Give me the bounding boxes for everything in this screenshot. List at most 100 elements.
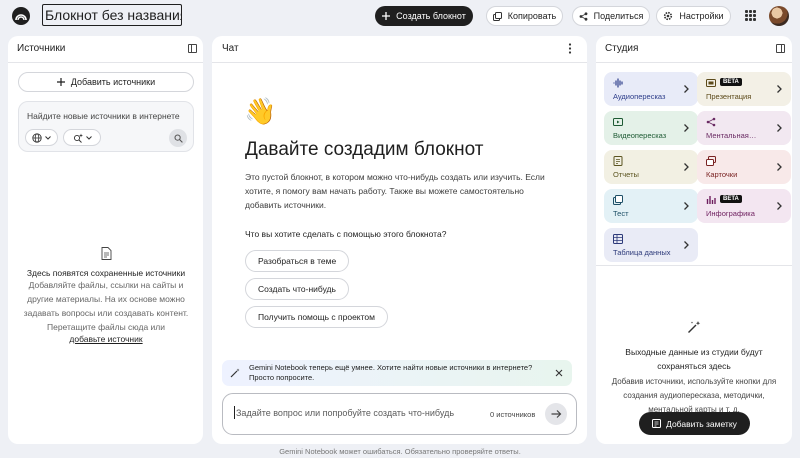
search-icon — [174, 134, 183, 143]
studio-tile[interactable]: Карточки — [697, 150, 791, 184]
sources-empty-line: Добавляйте файлы, ссылки на сайты и — [28, 280, 184, 290]
studio-tile-label: Инфографика — [706, 209, 755, 218]
studio-tile[interactable]: Таблица данных — [604, 228, 698, 262]
suggestion-chip[interactable]: Разобраться в теме — [245, 250, 350, 272]
footer-disclaimer: Gemini Notebook может ошибаться. Обязате… — [279, 447, 521, 456]
chevron-right-icon — [777, 85, 782, 93]
suggestion-chip[interactable]: Создать что-нибудь — [245, 278, 349, 300]
beta-badge: BETA — [720, 78, 742, 86]
chat-intro-text: Это пустой блокнот, в котором можно что-… — [245, 172, 545, 210]
chevron-right-icon — [684, 124, 689, 132]
copy-icon — [492, 11, 502, 21]
globe-icon — [32, 132, 42, 143]
studio-tile[interactable]: Тест — [604, 189, 698, 223]
sources-title: Источники — [17, 43, 66, 54]
table-icon — [613, 234, 623, 244]
studio-tile[interactable]: Аудиопересказ — [604, 72, 698, 106]
chat-heading: Давайте создадим блокнот — [245, 139, 484, 160]
web-source-dropdown[interactable] — [25, 129, 58, 146]
quiz-icon — [613, 195, 623, 205]
plus-icon — [56, 78, 65, 86]
studio-tile-label: Тест — [613, 209, 629, 218]
apps-grid-icon[interactable] — [745, 10, 756, 21]
copy-label: Копировать — [507, 11, 557, 21]
studio-tile-label: Презентация — [706, 92, 752, 101]
share-label: Поделиться — [593, 11, 644, 21]
collapse-sources-icon[interactable] — [188, 44, 197, 53]
sparkle-search-icon — [73, 133, 83, 143]
notebook-title-input[interactable]: Блокнот без названия — [42, 4, 182, 26]
studio-tile[interactable]: BETA Инфографика — [697, 189, 791, 223]
studio-tile[interactable]: Видеопересказ — [604, 111, 698, 145]
arrow-right-icon — [551, 410, 561, 418]
chevron-down-icon — [45, 135, 51, 140]
create-notebook-label: Создать блокнот — [396, 11, 466, 21]
studio-tile-label: Аудиопересказ — [613, 92, 666, 101]
studio-tile-label: Ментальная… — [706, 131, 757, 140]
waveform-icon — [613, 78, 623, 88]
add-source-link[interactable]: добавьте источник — [12, 334, 200, 344]
chevron-right-icon — [684, 241, 689, 249]
beta-badge: BETA — [720, 195, 742, 203]
settings-label: Настройки — [679, 11, 724, 21]
sources-panel — [8, 36, 203, 444]
copy-button[interactable]: Копировать — [486, 6, 563, 26]
avatar[interactable] — [769, 6, 789, 26]
studio-tile[interactable]: Ментальная… — [697, 111, 791, 145]
video-icon — [613, 118, 623, 126]
studio-tile-label: Карточки — [706, 170, 738, 179]
chat-composer: Задайте вопрос или попробуйте создать чт… — [222, 393, 577, 435]
chevron-right-icon — [684, 202, 689, 210]
chevron-right-icon — [777, 202, 782, 210]
studio-empty-title: Выходные данные из студии будут сохранят… — [625, 347, 763, 371]
studio-empty-text: Добавив источники, используйте кнопки дл… — [611, 377, 777, 414]
create-notebook-button[interactable]: Создать блокнот — [375, 6, 473, 26]
chevron-right-icon — [684, 85, 689, 93]
share-button[interactable]: Поделиться — [572, 6, 650, 26]
more-vert-icon[interactable] — [568, 43, 572, 54]
settings-button[interactable]: Настройки — [656, 6, 731, 26]
source-count: 0 источников — [490, 410, 536, 419]
chat-title: Чат — [222, 43, 239, 54]
chevron-right-icon — [684, 163, 689, 171]
studio-tile-label: Отчеты — [613, 170, 639, 179]
studio-tile-label: Видеопересказ — [613, 131, 667, 140]
magic-wand-icon — [688, 321, 701, 333]
search-submit-button[interactable] — [169, 129, 187, 147]
chat-input[interactable]: Задайте вопрос или попробуйте создать чт… — [233, 406, 454, 419]
sources-empty-line: другие материалы. На их основе можно — [27, 294, 185, 304]
cards-icon — [706, 156, 716, 166]
send-button[interactable] — [545, 403, 567, 425]
web-search-input[interactable]: Найдите новые источники в интернете — [27, 111, 180, 121]
search-mode-dropdown[interactable] — [63, 129, 101, 146]
add-sources-label: Добавить источники — [70, 77, 156, 87]
add-note-label: Добавить заметку — [666, 418, 737, 429]
chat-divider — [212, 62, 587, 63]
document-icon — [101, 247, 111, 260]
share-icon — [579, 11, 588, 21]
studio-divider — [596, 62, 792, 63]
info-banner: Gemini Notebook теперь ещё умнее. Хотите… — [222, 360, 572, 386]
plus-icon — [382, 12, 391, 20]
app-logo-icon[interactable] — [12, 7, 30, 25]
add-sources-button[interactable]: Добавить источники — [18, 72, 194, 92]
mindmap-icon — [706, 117, 716, 127]
top-bar: Блокнот без названия Создать блокнот Коп… — [0, 0, 800, 32]
suggestion-chip[interactable]: Получить помощь с проектом — [245, 306, 388, 328]
banner-text: Gemini Notebook теперь ещё умнее. Хотите… — [249, 363, 533, 382]
sources-empty-line: Перетащите файлы сюда или — [46, 322, 165, 332]
studio-tile-label: Таблица данных — [613, 248, 671, 257]
close-icon[interactable] — [555, 369, 563, 377]
studio-tile[interactable]: BETA Презентация — [697, 72, 791, 106]
chat-question: Что вы хотите сделать с помощью этого бл… — [245, 229, 447, 239]
note-icon — [652, 419, 662, 428]
collapse-studio-icon[interactable] — [776, 44, 785, 53]
magic-wand-icon — [230, 368, 240, 378]
studio-mid-divider — [596, 265, 792, 266]
report-icon — [613, 156, 623, 166]
studio-title: Студия — [605, 43, 639, 54]
studio-tile[interactable]: Отчеты — [604, 150, 698, 184]
add-note-button[interactable]: Добавить заметку — [639, 412, 750, 435]
studio-empty-state: Выходные данные из студии будут сохранят… — [604, 320, 784, 417]
chevron-down-icon — [85, 135, 92, 140]
